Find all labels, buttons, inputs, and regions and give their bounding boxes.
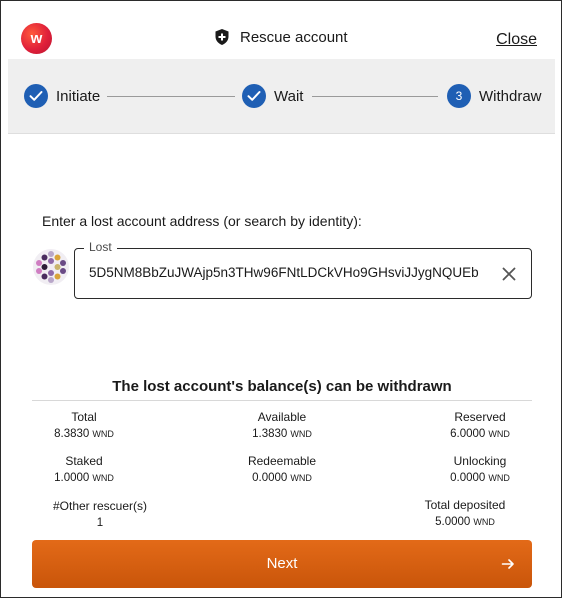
step-initiate: Initiate: [24, 84, 100, 108]
lost-address-input[interactable]: [89, 265, 489, 280]
balance-label: Total deposited: [424, 498, 506, 512]
balance-label: Reserved: [454, 410, 506, 424]
lost-field-label: Lost: [84, 240, 117, 254]
divider: [32, 400, 532, 401]
step-label: Initiate: [56, 87, 101, 105]
identicon-icon: [33, 249, 69, 285]
balance-staked: Staked 1.0000 WND: [44, 454, 124, 484]
other-rescuers: #Other rescuer(s) 1: [40, 499, 160, 529]
balance-redeemable: Redeemable 0.0000 WND: [232, 454, 332, 484]
balance-label: #Other rescuer(s): [52, 499, 148, 513]
lost-address-field[interactable]: Lost: [74, 240, 532, 299]
total-deposited: Total deposited 5.0000 WND: [410, 498, 520, 528]
balance-value: 6.0000 WND: [450, 428, 510, 440]
balance-label: Unlocking: [453, 454, 507, 468]
app-logo: w: [21, 23, 52, 54]
balance-value: 5.0000 WND: [435, 516, 495, 528]
stepper: Initiate Wait 3 Withdraw: [8, 59, 555, 134]
step-withdraw: 3 Withdraw: [447, 84, 542, 108]
step-label: Wait: [274, 87, 304, 105]
balance-label: Staked: [65, 454, 103, 468]
arrow-right-icon: [501, 559, 514, 569]
lost-account-prompt: Enter a lost account address (or search …: [42, 213, 362, 229]
check-icon: [242, 84, 266, 108]
close-link[interactable]: Close: [496, 31, 537, 49]
balance-total: Total 8.3830 WND: [44, 410, 124, 440]
step-connector: [312, 96, 438, 97]
balances-title: The lost account's balance(s) can be wit…: [112, 378, 452, 395]
balance-value: 1.0000 WND: [54, 472, 114, 484]
balance-label: Redeemable: [247, 454, 317, 468]
balance-unlocking: Unlocking 0.0000 WND: [440, 454, 520, 484]
step-number: 3: [447, 84, 471, 108]
balance-value: 0.0000 WND: [450, 472, 510, 484]
next-button[interactable]: Next: [32, 540, 532, 588]
balance-available: Available 1.3830 WND: [242, 410, 322, 440]
step-wait: Wait: [242, 84, 303, 108]
extension-popup: w Rescue account Close Initiate Wait 3 W…: [0, 0, 562, 598]
page-title: Rescue account: [240, 28, 348, 46]
shield-plus-icon: [215, 29, 229, 45]
step-label: Withdraw: [479, 87, 542, 105]
balance-value: 1.3830 WND: [252, 428, 312, 440]
check-icon: [24, 84, 48, 108]
balance-label: Available: [257, 410, 307, 424]
next-label: Next: [266, 555, 298, 572]
header: w Rescue account Close: [1, 1, 561, 59]
step-connector: [107, 96, 235, 97]
balance-value: 8.3830 WND: [54, 428, 114, 440]
page-title-group: Rescue account: [214, 27, 348, 47]
balance-label: Total: [71, 410, 97, 424]
logo-letter: w: [30, 30, 43, 47]
balance-value: 1: [96, 517, 104, 529]
balance-reserved: Reserved 6.0000 WND: [440, 410, 520, 440]
balance-value: 0.0000 WND: [252, 472, 312, 484]
clear-icon[interactable]: [499, 264, 519, 284]
